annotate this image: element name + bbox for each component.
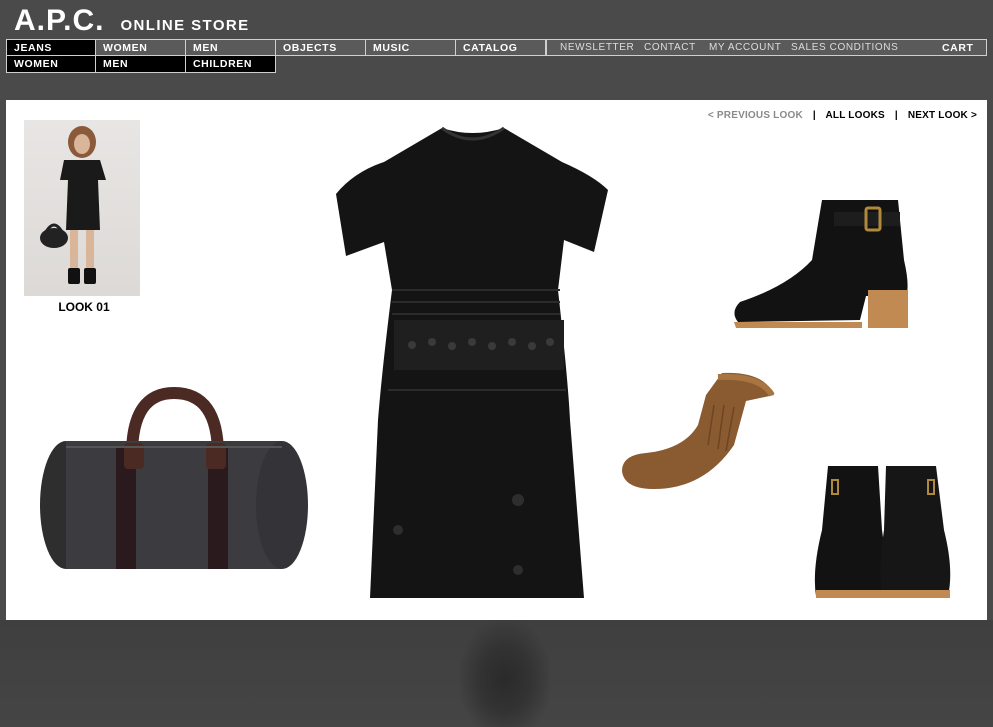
- sales-conditions-link[interactable]: SALES CONDITIONS: [791, 42, 898, 53]
- nav-women[interactable]: WOMEN: [96, 39, 186, 56]
- next-look-link[interactable]: NEXT LOOK >: [908, 110, 977, 121]
- nav-catalog[interactable]: CATALOG: [456, 39, 546, 56]
- look-navigation: < PREVIOUS LOOK | ALL LOOKS | NEXT LOOK …: [708, 110, 977, 121]
- brand-logo[interactable]: A.P.C.: [14, 4, 104, 38]
- duffle-bag-image[interactable]: [36, 385, 312, 575]
- sub-nav: WOMEN MEN CHILDREN: [6, 56, 276, 73]
- subnav-men[interactable]: MEN: [96, 56, 186, 73]
- background-boot-silhouette: [460, 620, 550, 727]
- look-nav-separator: |: [894, 110, 898, 121]
- utility-nav: NEWSLETTER CONTACT MY ACCOUNT SALES COND…: [546, 39, 987, 56]
- nav-music[interactable]: MUSIC: [366, 39, 456, 56]
- ankle-boot-side-image[interactable]: [728, 190, 924, 338]
- subnav-women[interactable]: WOMEN: [6, 56, 96, 73]
- look-nav-separator: |: [812, 110, 816, 121]
- nav-objects[interactable]: OBJECTS: [276, 39, 366, 56]
- model-photo: [24, 120, 140, 296]
- nav-jeans[interactable]: JEANS: [6, 39, 96, 56]
- look-panel: < PREVIOUS LOOK | ALL LOOKS | NEXT LOOK …: [6, 100, 987, 620]
- all-looks-link[interactable]: ALL LOOKS: [825, 110, 884, 121]
- look-label: LOOK 01: [58, 300, 110, 314]
- main-nav: JEANS WOMEN MEN OBJECTS MUSIC CATALOG: [6, 39, 546, 56]
- ankle-boots-front-image[interactable]: [812, 460, 962, 602]
- previous-look-link[interactable]: < PREVIOUS LOOK: [708, 110, 803, 121]
- subnav-children[interactable]: CHILDREN: [186, 56, 276, 73]
- dress-image[interactable]: [332, 120, 612, 610]
- site-header: A.P.C. ONLINE STORE: [14, 4, 250, 38]
- newsletter-link[interactable]: NEWSLETTER: [560, 42, 634, 53]
- store-title: ONLINE STORE: [120, 17, 250, 34]
- look-thumbnail-card[interactable]: LOOK 01: [18, 112, 150, 324]
- nav-men[interactable]: MEN: [186, 39, 276, 56]
- my-account-link[interactable]: MY ACCOUNT: [709, 42, 782, 53]
- sock-image[interactable]: [614, 365, 780, 495]
- cart-link[interactable]: CART: [942, 42, 974, 54]
- contact-link[interactable]: CONTACT: [644, 42, 696, 53]
